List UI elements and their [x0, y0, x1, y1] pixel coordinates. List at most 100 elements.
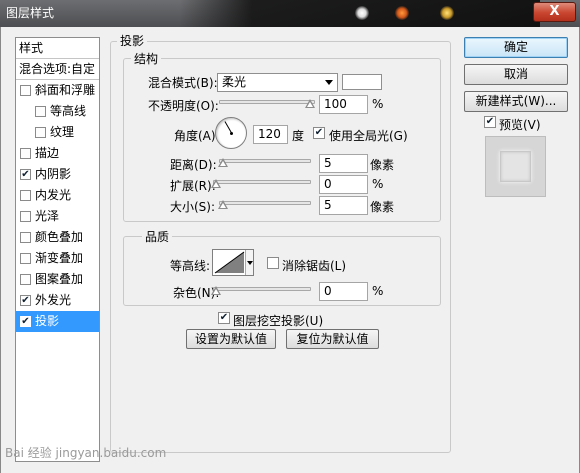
layer-style-dialog: 样式 混合选项:自定 斜面和浮雕 等高线 纹理 描边 ✔ 内阴影 内发光 光泽: [0, 27, 580, 473]
background-light-icon: [440, 6, 454, 20]
style-item-inner-glow[interactable]: 内发光: [16, 185, 99, 206]
angle-input[interactable]: 120: [253, 125, 288, 144]
slider-thumb[interactable]: [211, 286, 221, 295]
style-item-contour[interactable]: 等高线: [16, 101, 99, 122]
preview-checkbox[interactable]: ✔: [484, 116, 496, 128]
distance-input[interactable]: 5: [319, 154, 368, 173]
opacity-unit: %: [372, 97, 384, 111]
spread-label: 扩展(R):: [170, 179, 216, 193]
style-item-inner-shadow[interactable]: ✔ 内阴影: [16, 164, 99, 185]
style-checkbox[interactable]: ✔: [20, 169, 31, 180]
reset-default-button[interactable]: 复位为默认值: [286, 329, 379, 349]
style-checkbox[interactable]: [20, 148, 31, 159]
style-list-header[interactable]: 样式: [16, 38, 99, 59]
style-item-stroke[interactable]: 描边: [16, 143, 99, 164]
knockout-checkbox[interactable]: ✔: [218, 312, 230, 324]
style-item-label: 内发光: [35, 188, 72, 202]
style-item-label: 纹理: [50, 125, 75, 139]
contour-curve-icon: [214, 251, 245, 274]
distance-unit: 像素: [370, 158, 395, 172]
style-checkbox[interactable]: [20, 211, 31, 222]
size-input[interactable]: 5: [319, 196, 368, 215]
shadow-color-swatch[interactable]: [342, 74, 382, 90]
style-checkbox[interactable]: [20, 274, 31, 285]
slider-track: [219, 159, 311, 163]
panel-title: 投影: [117, 32, 148, 49]
style-checkbox[interactable]: [20, 253, 31, 264]
slider-track: [219, 100, 315, 104]
style-checkbox[interactable]: [20, 232, 31, 243]
style-checkbox[interactable]: ✔: [20, 316, 31, 327]
blend-mode-select[interactable]: 柔光: [217, 73, 338, 92]
style-item-drop-shadow[interactable]: ✔ 投影: [16, 311, 99, 332]
size-slider[interactable]: [218, 198, 311, 210]
style-item-texture[interactable]: 纹理: [16, 122, 99, 143]
slider-thumb[interactable]: [211, 179, 221, 188]
style-item-color-overlay[interactable]: 颜色叠加: [16, 227, 99, 248]
spread-slider[interactable]: [211, 177, 311, 189]
style-item-label: 描边: [35, 146, 60, 160]
angle-dial[interactable]: [215, 117, 247, 149]
noise-unit: %: [372, 284, 384, 298]
slider-track: [213, 180, 311, 184]
preview-swatch: [500, 151, 531, 182]
new-style-button[interactable]: 新建样式(W)...: [464, 91, 568, 112]
style-item-label: 渐变叠加: [35, 251, 84, 265]
make-default-button[interactable]: 设置为默认值: [186, 329, 276, 349]
size-label: 大小(S):: [170, 200, 216, 214]
opacity-label: 不透明度(O):: [148, 99, 219, 113]
blend-mode-label: 混合模式(B):: [148, 76, 218, 90]
window-title: 图层样式: [6, 6, 55, 20]
style-item-bevel-emboss[interactable]: 斜面和浮雕: [16, 80, 99, 101]
style-item-gradient-overlay[interactable]: 渐变叠加: [16, 248, 99, 269]
style-item-label: 光泽: [35, 209, 60, 223]
style-item-label: 外发光: [35, 293, 72, 307]
style-item-label: 图案叠加: [35, 272, 84, 286]
ok-button[interactable]: 确定: [464, 37, 568, 58]
style-item-pattern-overlay[interactable]: 图案叠加: [16, 269, 99, 290]
slider-thumb[interactable]: [305, 99, 316, 108]
opacity-input[interactable]: 100: [319, 95, 368, 114]
blend-options-item[interactable]: 混合选项:自定: [16, 59, 99, 80]
style-checkbox[interactable]: ✔: [20, 295, 31, 306]
size-unit: 像素: [370, 200, 395, 214]
style-item-label: 等高线: [50, 104, 87, 118]
opacity-slider[interactable]: [219, 97, 316, 109]
style-checkbox[interactable]: [35, 127, 46, 138]
contour-picker[interactable]: [212, 249, 254, 276]
style-item-label: 投影: [35, 314, 60, 328]
style-item-outer-glow[interactable]: ✔ 外发光: [16, 290, 99, 311]
antialias-checkbox[interactable]: [267, 257, 279, 269]
slider-thumb[interactable]: [218, 158, 228, 167]
global-light-label: 使用全局光(G): [329, 129, 408, 143]
slider-track: [219, 201, 311, 205]
chevron-down-icon[interactable]: [245, 250, 253, 275]
antialias-label: 消除锯齿(L): [282, 259, 347, 273]
noise-input[interactable]: 0: [319, 282, 368, 301]
close-button[interactable]: X: [533, 2, 576, 22]
watermark: Bai 经验 jingyan.baidu.com: [5, 446, 167, 460]
style-preview: [485, 136, 546, 197]
noise-slider[interactable]: [211, 284, 311, 296]
slider-thumb[interactable]: [218, 200, 228, 209]
style-item-label: 颜色叠加: [35, 230, 84, 244]
slider-track: [213, 287, 311, 291]
style-checkbox[interactable]: [35, 106, 46, 117]
angle-label: 角度(A):: [174, 129, 220, 143]
background-light-icon: [355, 6, 369, 20]
spread-input[interactable]: 0: [319, 175, 368, 194]
knockout-label: 图层挖空投影(U): [233, 314, 324, 328]
cancel-button[interactable]: 取消: [464, 64, 568, 85]
style-checkbox[interactable]: [20, 85, 31, 96]
angle-center: [230, 132, 233, 135]
contour-label: 等高线:: [170, 259, 211, 273]
title-bar: 图层样式 X: [0, 0, 580, 27]
angle-unit: 度: [292, 129, 305, 143]
style-item-satin[interactable]: 光泽: [16, 206, 99, 227]
style-item-label: 内阴影: [35, 167, 72, 181]
distance-slider[interactable]: [218, 156, 311, 168]
style-checkbox[interactable]: [20, 190, 31, 201]
structure-legend: 结构: [131, 50, 162, 67]
global-light-checkbox[interactable]: ✔: [313, 127, 325, 139]
quality-legend: 品质: [142, 228, 173, 245]
